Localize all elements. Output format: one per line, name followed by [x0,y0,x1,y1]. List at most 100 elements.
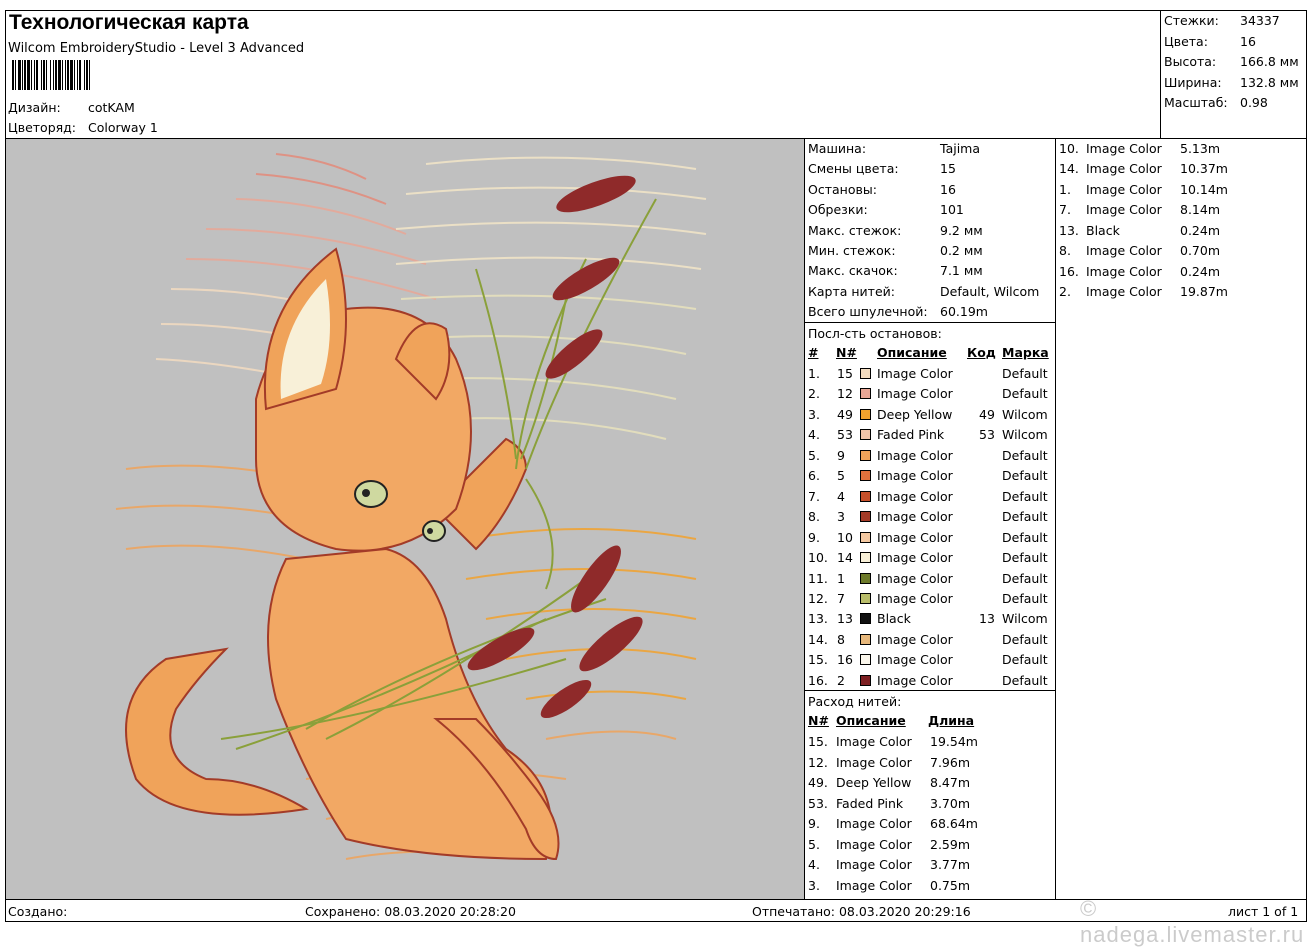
watermark: © nadega.livemaster.ru [1080,896,1305,947]
stop-index: 3. [808,406,820,422]
machine-value: 15 [940,161,956,177]
stop-needle: 14 [837,550,853,566]
stop-index: 14. [808,631,828,647]
color-swatch [860,572,871,584]
stop-brand: Default [1002,652,1048,668]
usage-description: Image Color [836,857,912,872]
color-swatch [860,654,871,666]
usage-length: 10.14m [1180,181,1228,197]
color-swatch [860,674,871,686]
usage-description: Image Color [836,877,912,893]
usage-needle: 15. [808,734,828,749]
usage-needle: 7. [1059,202,1071,218]
machine-label: Обрезки: [808,202,868,218]
usage-description: Image Color [836,816,912,831]
usage-needle: 16. [1059,263,1079,279]
stop-brand: Default [1002,672,1048,688]
machine-value: 101 [940,202,964,218]
stop-brand: Default [1002,529,1048,545]
machine-label: Остановы: [808,181,877,197]
color-swatch [860,531,871,543]
stop-needle: 49 [837,406,853,422]
design-value: cotKAM [88,100,135,115]
colorway-label: Цветоряд: [8,120,76,135]
stop-needle: 10 [837,529,853,545]
stop-index: 5. [808,447,820,463]
usage-description: Image Color [1086,141,1162,156]
usage-length: 68.64m [930,816,978,831]
machine-value: 60.19m [940,304,988,320]
usage-length: 0.24m [1180,222,1221,238]
stop-index: 7. [808,488,820,504]
machine-value: Tajima [940,141,981,156]
summary-label: Стежки: [1164,13,1219,28]
stop-needle: 15 [837,366,853,381]
stop-index: 13. [808,611,828,627]
stop-needle: 8 [837,631,845,647]
stop-description: Image Color [877,386,953,402]
color-swatch [860,511,871,523]
usage-description: Image Color [1086,161,1162,177]
usage-length: 2.59m [930,836,971,852]
design-preview [6,139,804,899]
color-swatch [860,368,871,379]
stop-code: 53 [979,427,995,443]
machine-label: Мин. стежок: [808,243,896,258]
stop-description: Image Color [877,672,953,688]
stop-needle: 2 [837,672,845,688]
barcode-bar [90,60,92,90]
usage-needle: 10. [1059,141,1079,156]
stop-index: 1. [808,366,820,381]
usage-needle: 5. [808,836,820,852]
usage-description: Black [1086,222,1120,238]
summary-label: Масштаб: [1164,95,1228,110]
stop-brand: Default [1002,570,1048,586]
color-swatch [860,470,871,482]
stop-description: Image Color [877,366,953,381]
usage-needle: 14. [1059,161,1079,177]
usage-needle: 53. [808,795,828,811]
summary-label: Ширина: [1164,74,1222,90]
stops-column-header: Код [967,345,996,360]
usage-description: Image Color [836,754,912,770]
usage-needle: 13. [1059,222,1079,238]
usage-length: 8.47m [930,775,971,790]
stop-needle: 5 [837,468,845,484]
stop-description: Image Color [877,468,953,484]
summary-value: 132.8 мм [1240,74,1299,90]
stop-description: Image Color [877,509,953,525]
color-swatch [860,449,871,461]
stop-brand: Default [1002,468,1048,484]
stop-needle: 13 [837,611,853,627]
usage-needle: 4. [808,857,820,872]
machine-label: Машина: [808,141,867,156]
usage-needle: 2. [1059,284,1071,300]
machine-label: Макс. скачок: [808,263,898,279]
stop-index: 8. [808,509,820,525]
created-label: Создано: [8,904,68,919]
machine-value: 9.2 мм [940,222,983,238]
stops-title: Посл-сть остановов: [808,326,942,341]
embroidery-illustration [115,153,707,861]
stop-index: 6. [808,468,820,484]
machine-value: 16 [940,181,956,197]
stops-column-header: Марка [1002,345,1049,360]
usage-description: Image Color [1086,181,1162,197]
page-title: Технологическая карта [9,11,249,34]
stop-description: Image Color [877,447,953,463]
stop-needle: 7 [837,590,845,606]
color-swatch [860,408,871,420]
machine-label: Макс. стежок: [808,222,902,238]
stop-index: 2. [808,386,820,402]
stop-brand: Wilcom [1002,427,1048,443]
summary-value: 0.98 [1240,95,1268,110]
color-swatch [860,592,871,604]
stop-brand: Default [1002,550,1048,566]
stop-brand: Default [1002,509,1048,525]
usage-length: 19.87m [1180,284,1228,300]
usage-length: 8.14m [1180,202,1221,218]
usage-length: 0.24m [1180,263,1221,279]
stop-index: 16. [808,672,828,688]
machine-value: Default, Wilcom [940,283,1040,299]
usage-column-header: N# [808,713,829,728]
